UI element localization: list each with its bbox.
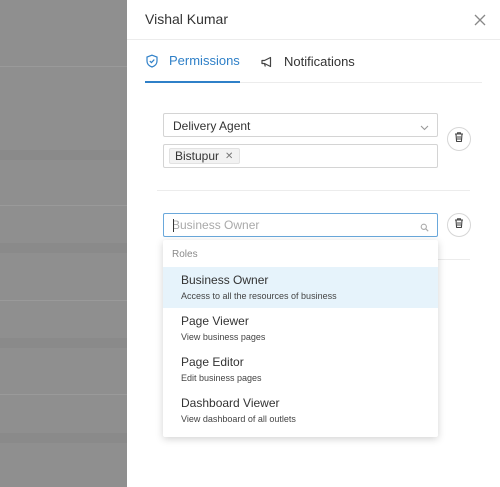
search-icon (420, 221, 429, 232)
dropdown-option[interactable]: Page Viewer View business pages (163, 308, 438, 349)
dropdown-option[interactable]: Dashboard Viewer View dashboard of all o… (163, 390, 438, 431)
option-description: Edit business pages (181, 373, 262, 383)
tab-bar: Permissions Notifications (145, 40, 482, 83)
delete-role-button[interactable] (447, 127, 471, 151)
role-search-input[interactable] (172, 217, 412, 233)
dropdown-option[interactable]: Page Editor Edit business pages (163, 349, 438, 390)
background-row-divider (0, 394, 127, 395)
option-description: View dashboard of all outlets (181, 414, 296, 424)
megaphone-icon (260, 55, 274, 69)
option-title: Business Owner (181, 273, 269, 287)
trash-icon (453, 130, 465, 148)
location-tag: Bistupur ✕ (169, 148, 241, 164)
page-overlay[interactable] (0, 0, 127, 487)
option-description: Access to all the resources of business (181, 291, 337, 301)
background-band (0, 338, 127, 348)
close-icon[interactable] (472, 12, 488, 28)
location-tag-input[interactable]: Bistupur ✕ (163, 144, 438, 168)
role-select[interactable]: Delivery Agent (163, 113, 438, 137)
background-band (0, 150, 127, 160)
drawer-header: Vishal Kumar (127, 0, 500, 40)
tab-permissions[interactable]: Permissions (145, 40, 240, 83)
drawer-title: Vishal Kumar (145, 11, 229, 27)
roles-dropdown: Roles Business Owner Access to all the r… (163, 240, 438, 437)
role-search-select[interactable] (163, 213, 438, 237)
dropdown-group-label: Roles (172, 249, 198, 260)
option-title: Page Viewer (181, 314, 249, 328)
role-select-value: Delivery Agent (173, 119, 251, 133)
background-band (0, 433, 127, 443)
tab-permissions-label: Permissions (169, 53, 240, 68)
background-row-divider (0, 300, 127, 301)
background-row-divider (0, 205, 127, 206)
role-divider (438, 259, 470, 260)
option-title: Page Editor (181, 355, 244, 369)
background-band (0, 243, 127, 253)
option-title: Dashboard Viewer (181, 396, 280, 410)
tab-notifications-label: Notifications (284, 54, 355, 69)
dropdown-option[interactable]: Business Owner Access to all the resourc… (163, 267, 438, 308)
chevron-down-icon (420, 121, 429, 131)
option-description: View business pages (181, 332, 266, 342)
remove-tag-icon[interactable]: ✕ (225, 151, 233, 162)
tab-notifications[interactable]: Notifications (260, 40, 355, 83)
text-cursor (173, 219, 174, 232)
trash-icon (453, 216, 465, 234)
delete-role-button[interactable] (447, 213, 471, 237)
location-tag-label: Bistupur (175, 149, 220, 163)
background-row-divider (0, 66, 127, 67)
role-divider (157, 190, 470, 191)
shield-icon (145, 54, 159, 68)
